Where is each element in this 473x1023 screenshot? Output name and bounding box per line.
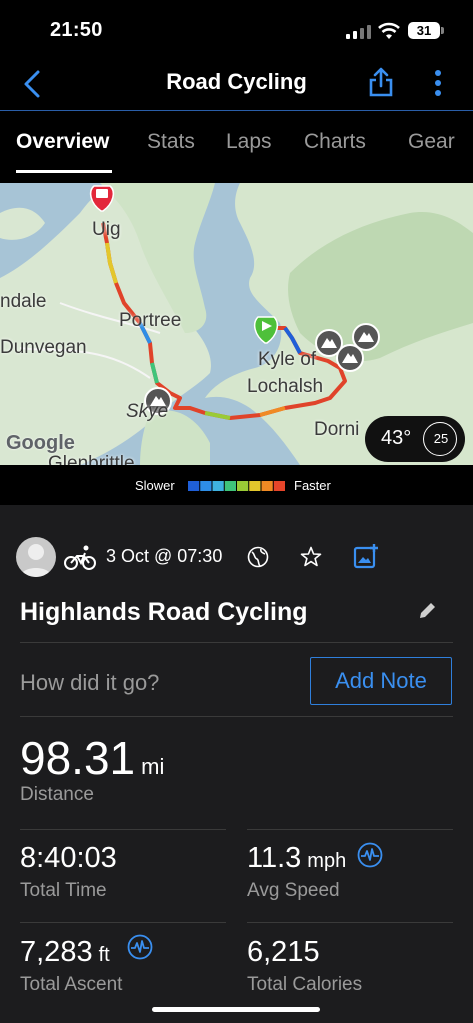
legend-faster: Faster bbox=[294, 478, 331, 493]
legend-swatch bbox=[261, 481, 273, 491]
route-map[interactable]: Uig ndale Portree Dunvegan Skye Kyle of … bbox=[0, 183, 473, 465]
star-icon[interactable] bbox=[299, 545, 323, 569]
start-marker-icon bbox=[253, 316, 279, 344]
avg-speed-value: 11.3 bbox=[247, 842, 302, 874]
avg-speed-label: Avg Speed bbox=[247, 880, 340, 901]
avatar[interactable] bbox=[16, 537, 56, 577]
place-label: Kyle of bbox=[258, 349, 317, 370]
legend-swatch bbox=[237, 481, 249, 491]
distance-label: Distance bbox=[20, 784, 94, 805]
wind-speed: 25 bbox=[433, 431, 449, 446]
avg-speed-unit: mph bbox=[307, 850, 347, 872]
distance-unit: mi bbox=[141, 754, 165, 779]
place-label: Portree bbox=[119, 310, 182, 331]
tab-laps[interactable]: Laps bbox=[226, 130, 272, 154]
total-calories-value: 6,215 bbox=[247, 936, 320, 968]
place-label: ndale bbox=[0, 291, 47, 312]
place-label: Dunvegan bbox=[0, 337, 87, 358]
total-time-value: 8:40:03 bbox=[20, 842, 117, 874]
legend-swatch bbox=[200, 481, 212, 491]
tab-overview[interactable]: Overview bbox=[16, 130, 109, 154]
avg-speed-stat: 11.3 mph bbox=[247, 842, 346, 875]
place-label: Uig bbox=[92, 219, 121, 240]
wifi-icon bbox=[378, 22, 400, 39]
nav-divider bbox=[0, 110, 473, 111]
distance-value: 98.31 bbox=[20, 732, 136, 784]
place-label: Dorni bbox=[314, 419, 360, 440]
edit-icon[interactable] bbox=[417, 601, 437, 621]
globe-icon[interactable] bbox=[247, 546, 269, 568]
activity-date: 3 Oct @ 07:30 bbox=[106, 546, 223, 566]
divider bbox=[20, 642, 453, 643]
total-ascent-unit: ft bbox=[98, 944, 110, 966]
weather-badge: 43° 25 bbox=[365, 416, 465, 462]
activity-name: Highlands Road Cycling bbox=[20, 598, 308, 626]
legend-swatch bbox=[273, 481, 285, 491]
legend-swatch bbox=[212, 481, 224, 491]
speed-legend-bar bbox=[188, 481, 285, 491]
cellular-signal-icon bbox=[346, 25, 371, 39]
legend-swatch bbox=[224, 481, 236, 491]
divider bbox=[20, 922, 226, 923]
legend-slower: Slower bbox=[135, 478, 175, 493]
divider bbox=[20, 716, 453, 717]
total-time-label: Total Time bbox=[20, 880, 107, 901]
tab-stats[interactable]: Stats bbox=[147, 130, 195, 154]
pulse-chart-icon[interactable] bbox=[357, 842, 383, 868]
google-logo: Google bbox=[6, 432, 75, 454]
pulse-chart-icon[interactable] bbox=[127, 934, 153, 960]
add-note-button[interactable]: Add Note bbox=[310, 657, 452, 705]
more-options-icon[interactable] bbox=[426, 68, 450, 98]
total-calories-label: Total Calories bbox=[247, 974, 363, 995]
legend-swatch bbox=[188, 481, 200, 491]
land-north-islet bbox=[0, 207, 45, 240]
home-indicator[interactable] bbox=[152, 1007, 320, 1012]
tab-charts[interactable]: Charts bbox=[304, 130, 366, 154]
page-title: Road Cycling bbox=[166, 69, 307, 94]
battery-tip bbox=[441, 27, 444, 34]
divider bbox=[247, 922, 453, 923]
total-ascent-stat: 7,283 ft bbox=[20, 936, 110, 969]
summit-icon bbox=[336, 344, 364, 372]
place-label: Skye bbox=[126, 401, 169, 422]
total-ascent-value: 7,283 bbox=[20, 936, 93, 968]
battery-indicator: 31 bbox=[408, 22, 440, 39]
divider bbox=[20, 829, 226, 830]
add-photo-icon[interactable] bbox=[353, 543, 379, 569]
distance-stat: 98.31 mi bbox=[20, 731, 164, 785]
share-icon[interactable] bbox=[368, 66, 394, 98]
active-tab-indicator bbox=[16, 170, 112, 173]
temperature: 43° bbox=[381, 427, 412, 449]
legend-swatch bbox=[249, 481, 261, 491]
cycling-icon bbox=[64, 545, 96, 570]
total-ascent-label: Total Ascent bbox=[20, 974, 123, 995]
place-label: Lochalsh bbox=[247, 376, 324, 397]
status-time: 21:50 bbox=[50, 19, 103, 41]
tab-gear[interactable]: Gear bbox=[408, 130, 455, 154]
divider bbox=[247, 829, 453, 830]
how-did-it-go-prompt: How did it go? bbox=[20, 670, 160, 695]
